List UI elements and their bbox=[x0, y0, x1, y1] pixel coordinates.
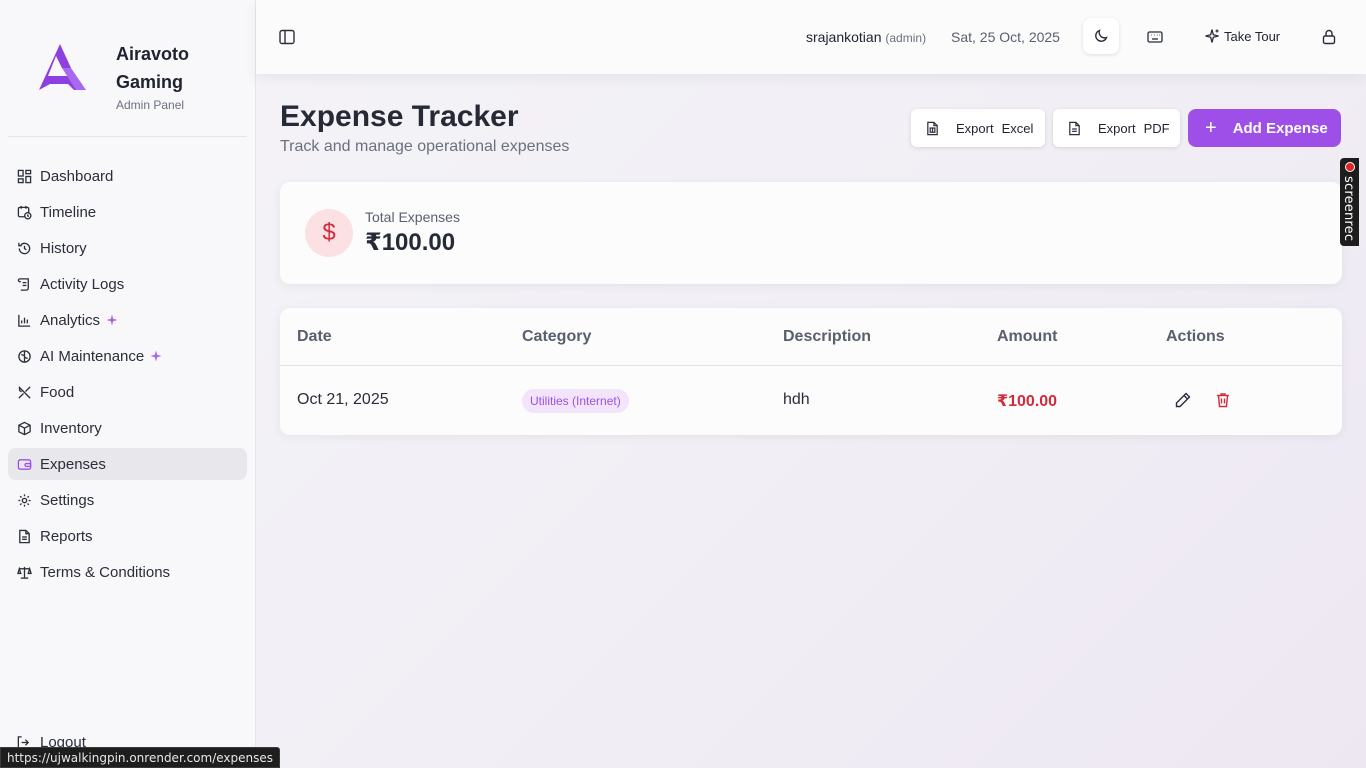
current-user: srajankotian (admin) bbox=[806, 29, 926, 45]
export-excel-button[interactable]: Export Excel bbox=[911, 109, 1045, 147]
take-tour-button[interactable]: Take Tour bbox=[1204, 28, 1280, 44]
record-icon bbox=[1345, 162, 1355, 172]
brand-subtitle: Admin Panel bbox=[116, 98, 185, 112]
sidebar-item-label: Timeline bbox=[40, 203, 97, 221]
scroll-icon bbox=[16, 276, 32, 292]
sparkles-icon bbox=[106, 314, 118, 326]
column-header-description: Description bbox=[783, 328, 872, 345]
sidebar-item-label: Analytics bbox=[40, 311, 101, 329]
calendar-clock-icon bbox=[16, 204, 32, 220]
gear-icon bbox=[16, 492, 32, 508]
sidebar-item-food[interactable]: Food bbox=[8, 376, 247, 408]
screen-recorder-tab[interactable]: screenrec bbox=[1340, 158, 1359, 246]
sidebar-item-label: Food bbox=[40, 383, 75, 401]
sidebar: Airavoto Gaming Admin Panel Dashboard Ti… bbox=[0, 0, 256, 768]
sidebar-divider bbox=[8, 136, 247, 137]
dollar-icon: $ bbox=[305, 209, 353, 257]
column-header-amount: Amount bbox=[997, 328, 1058, 345]
sidebar-toggle-icon[interactable] bbox=[278, 28, 296, 46]
theme-toggle-button[interactable] bbox=[1083, 18, 1119, 54]
sidebar-item-label: Reports bbox=[40, 527, 93, 545]
plus-icon: + bbox=[1205, 117, 1217, 139]
user-role: (admin) bbox=[885, 31, 927, 45]
brain-icon bbox=[16, 348, 32, 364]
cell-description: hdh bbox=[783, 391, 810, 408]
moon-icon bbox=[1095, 29, 1108, 42]
status-bar-url: https://ujwalkingpin.onrender.com/expens… bbox=[0, 747, 281, 768]
category-badge: Utilities (Internet) bbox=[522, 389, 629, 413]
add-expense-label: Add Expense bbox=[1232, 119, 1328, 137]
history-icon bbox=[16, 240, 32, 256]
sidebar-item-label: Dashboard bbox=[40, 167, 114, 185]
expenses-table: Date Category Description Amount Actions… bbox=[280, 308, 1342, 435]
sidebar-item-inventory[interactable]: Inventory bbox=[8, 412, 247, 444]
cell-amount: ₹100.00 bbox=[997, 393, 1058, 410]
sidebar-item-label: Settings bbox=[40, 491, 95, 509]
wallet-icon bbox=[16, 456, 32, 472]
username: srajankotian bbox=[806, 29, 882, 45]
bar-chart-icon bbox=[16, 312, 32, 328]
scale-icon bbox=[16, 564, 32, 580]
sidebar-item-dashboard[interactable]: Dashboard bbox=[8, 160, 247, 192]
trash-icon[interactable] bbox=[1214, 391, 1232, 409]
sidebar-item-analytics[interactable]: Analytics bbox=[8, 304, 247, 336]
page-subtitle: Track and manage operational expenses bbox=[280, 138, 570, 155]
table-header: Date Category Description Amount Actions bbox=[280, 308, 1342, 366]
cell-date: Oct 21, 2025 bbox=[297, 391, 389, 408]
export-pdf-button[interactable]: Export PDF bbox=[1053, 109, 1180, 147]
sidebar-item-timeline[interactable]: Timeline bbox=[8, 196, 247, 228]
package-icon bbox=[16, 420, 32, 436]
take-tour-label: Take Tour bbox=[1224, 28, 1281, 44]
export-pdf-label-b: PDF bbox=[1143, 120, 1170, 136]
topbar: srajankotian (admin) Sat, 25 Oct, 2025 T… bbox=[256, 0, 1366, 74]
brand-logo bbox=[39, 44, 86, 90]
sidebar-item-label: Activity Logs bbox=[40, 275, 125, 293]
edit-icon[interactable] bbox=[1174, 391, 1192, 409]
brand: Airavoto Gaming Admin Panel bbox=[36, 40, 189, 112]
sparkles-icon bbox=[150, 350, 162, 362]
total-expenses-value: ₹100.00 bbox=[365, 229, 456, 256]
total-expenses-card: $ Total Expenses ₹100.00 bbox=[280, 182, 1342, 284]
utensils-icon bbox=[16, 384, 32, 400]
sidebar-item-label: History bbox=[40, 239, 87, 257]
file-spreadsheet-icon bbox=[927, 121, 938, 135]
keyboard-icon[interactable] bbox=[1146, 28, 1164, 46]
sparkles-icon bbox=[1205, 29, 1219, 43]
lock-icon[interactable] bbox=[1320, 28, 1338, 46]
dashboard-icon bbox=[16, 168, 32, 184]
page-title: Expense Tracker bbox=[280, 100, 519, 133]
file-text-icon bbox=[1069, 121, 1080, 135]
sidebar-item-reports[interactable]: Reports bbox=[8, 520, 247, 552]
screen-recorder-label: screenrec bbox=[1341, 176, 1356, 242]
sidebar-nav: Dashboard Timeline History Activity Logs… bbox=[8, 160, 247, 592]
sidebar-item-ai-maintenance[interactable]: AI Maintenance bbox=[8, 340, 247, 372]
column-header-date: Date bbox=[297, 328, 332, 345]
sidebar-item-label: Inventory bbox=[40, 419, 102, 437]
column-header-category: Category bbox=[522, 328, 592, 345]
sidebar-item-terms[interactable]: Terms & Conditions bbox=[8, 556, 247, 588]
sidebar-item-label: Expenses bbox=[40, 455, 106, 473]
sidebar-item-settings[interactable]: Settings bbox=[8, 484, 247, 516]
column-header-actions: Actions bbox=[1166, 328, 1225, 345]
sidebar-item-label: Terms & Conditions bbox=[40, 563, 171, 581]
add-expense-button[interactable]: + Add Expense bbox=[1188, 109, 1341, 147]
brand-name: Airavoto Gaming bbox=[116, 44, 190, 92]
total-expenses-label: Total Expenses bbox=[365, 209, 460, 225]
sidebar-item-expenses[interactable]: Expenses bbox=[8, 448, 247, 480]
export-excel-label-a: Export bbox=[956, 120, 994, 136]
sidebar-item-label: AI Maintenance bbox=[40, 347, 145, 365]
export-pdf-label-a: Export bbox=[1098, 120, 1136, 136]
export-excel-label-b: Excel bbox=[1001, 120, 1034, 136]
sidebar-item-history[interactable]: History bbox=[8, 232, 247, 264]
file-text-icon bbox=[16, 528, 32, 544]
sidebar-item-activity-logs[interactable]: Activity Logs bbox=[8, 268, 247, 300]
current-date: Sat, 25 Oct, 2025 bbox=[951, 29, 1060, 45]
